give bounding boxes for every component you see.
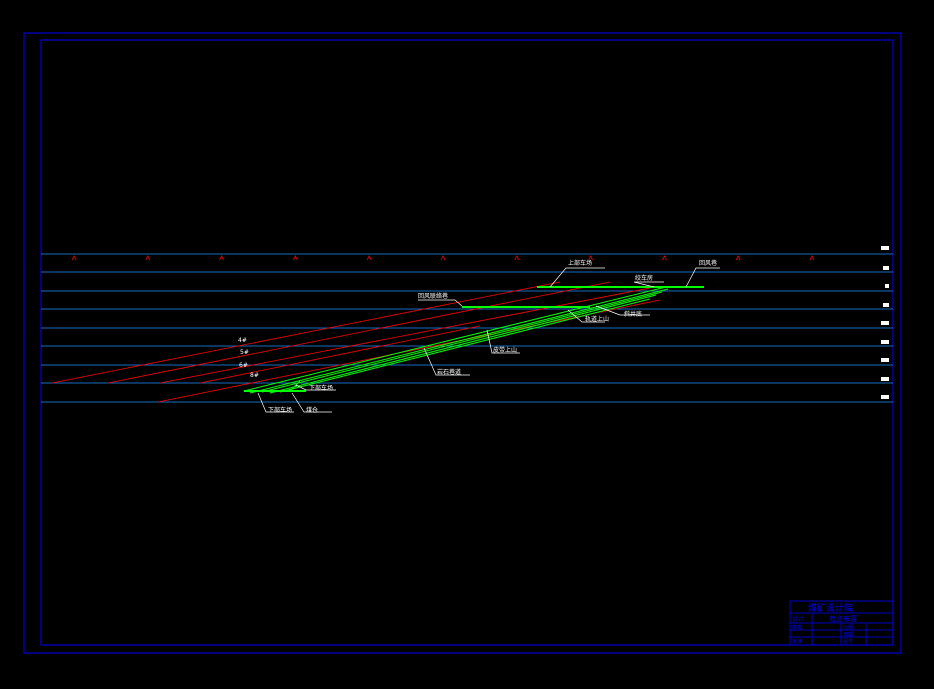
- strata-lines: [41, 253, 893, 403]
- drawing-svg: 上部车场 绞车房 回风巷 回风联络巷 斜井底 轨道上山 皮带上山 岩石巷道 下部…: [23, 32, 902, 654]
- level-tag: [881, 358, 889, 362]
- label-seam-1: 4#: [238, 337, 247, 344]
- label-belt: 皮带上山: [493, 346, 517, 354]
- elevation-marker: [514, 255, 520, 261]
- label-seam-3: 6#: [239, 362, 248, 369]
- level-tag: [881, 395, 889, 399]
- cad-drawing-canvas: 上部车场 绞车房 回风巷 回风联络巷 斜井底 轨道上山 皮带上山 岩石巷道 下部…: [0, 0, 934, 685]
- level-tag: [885, 284, 889, 288]
- label-return-air: 回风巷: [699, 259, 717, 267]
- seam-lines: [51, 281, 661, 403]
- label-seam-2: 5#: [240, 349, 249, 356]
- outer-frame: [23, 32, 902, 654]
- level-tag: [883, 303, 889, 307]
- level-tag: [881, 340, 889, 344]
- incline-4: [269, 294, 657, 394]
- level-tag: [881, 246, 889, 250]
- tb-designer: 设计: [792, 615, 804, 623]
- tb-date: 日期: [843, 632, 853, 638]
- elevation-marker: [71, 255, 77, 261]
- label-transport: 回风联络巷: [418, 292, 448, 300]
- elevation-marker: [366, 255, 372, 261]
- tb-scale: 比例: [843, 624, 853, 631]
- tb-title: 巷道布置: [829, 614, 857, 623]
- elevation-marker: [145, 255, 151, 261]
- seam-line-1: [51, 281, 561, 384]
- label-track-incline: 轨道上山: [585, 315, 609, 323]
- leader-return-air: [685, 267, 720, 288]
- seam-line-3: [159, 287, 651, 384]
- elevation-marker: [293, 255, 298, 261]
- tb-approver: 批准: [792, 638, 802, 645]
- label-coal-seam: 煤仓: [306, 406, 318, 414]
- label-incline-bottom: 斜井底: [624, 310, 642, 318]
- level-tag: [881, 377, 889, 381]
- level-tags: [881, 246, 889, 399]
- tb-checker: 审核: [792, 624, 802, 631]
- label-seam-4: 8#: [250, 372, 259, 379]
- tb-sheet: 图号: [843, 639, 853, 645]
- level-tag: [883, 266, 889, 270]
- incline-2: [249, 288, 669, 394]
- level-tag: [881, 321, 889, 325]
- label-vent-drift: 绞车房: [635, 274, 653, 282]
- label-lower-drift: 下部车场: [268, 406, 292, 414]
- elevation-marker: [440, 255, 446, 261]
- leader-upper-drift: [549, 267, 605, 288]
- incline-5: [279, 298, 651, 393]
- label-upper-yard: 上部车场: [568, 259, 592, 267]
- tb-company: 煤矿设计院: [808, 602, 853, 614]
- elevation-marker: [662, 255, 667, 261]
- label-rock: 岩石巷道: [437, 368, 461, 376]
- elevation-marker: [735, 255, 741, 261]
- title-block-text: 煤矿设计院 巷道布置 设计 审核 批准 比例 日期 图号: [792, 602, 857, 645]
- label-lower-yard: 下部车场: [309, 384, 333, 392]
- elevation-marker: [219, 255, 224, 261]
- elevation-marker: [809, 255, 815, 261]
- roadways: [243, 286, 704, 394]
